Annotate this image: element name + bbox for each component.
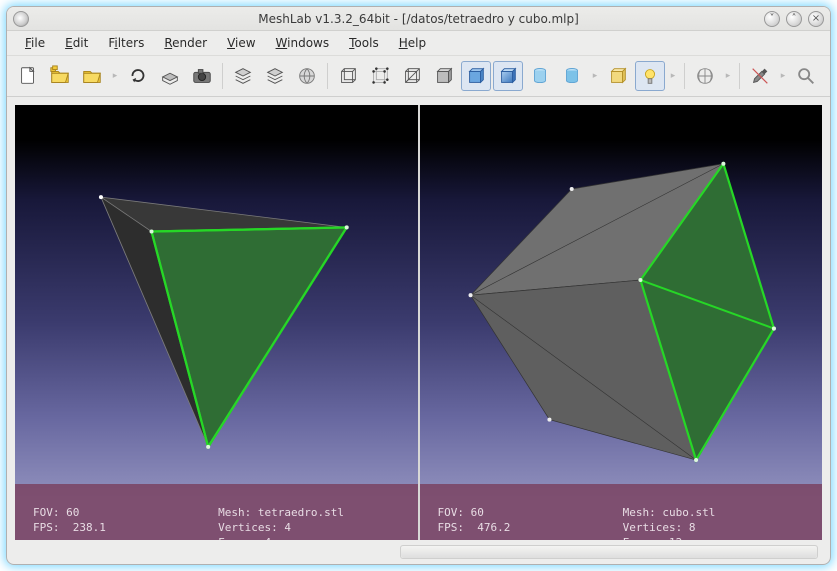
fov-label: FOV: xyxy=(438,506,465,519)
select-face-button[interactable] xyxy=(603,61,633,91)
mesh-label: Mesh: xyxy=(218,506,251,519)
toolbar-overflow-icon-4[interactable]: ▸ xyxy=(722,71,734,81)
fps-label: FPS: xyxy=(438,521,465,534)
fov-value: 60 xyxy=(471,506,484,519)
reload-button[interactable] xyxy=(123,61,153,91)
menu-filters[interactable]: Filters xyxy=(100,34,152,52)
viewport-right[interactable]: FOV: 60 FPS: 476.2 Mesh: cubo.stl Vertic… xyxy=(418,105,823,540)
faces-label: Faces: xyxy=(218,536,258,540)
toolbar: ▸ ▸ ▸ ▸ ▸ xyxy=(7,55,830,97)
cylinder-a-button[interactable] xyxy=(525,61,555,91)
menu-view[interactable]: View xyxy=(219,34,263,52)
import-mesh-button[interactable] xyxy=(77,61,107,91)
menu-tools[interactable]: Tools xyxy=(341,34,387,52)
mesh-value: tetraedro.stl xyxy=(258,506,344,519)
layers-a-button[interactable] xyxy=(228,61,258,91)
wireframe-button[interactable] xyxy=(397,61,427,91)
viewports-container: FOV: 60 FPS: 238.1 Mesh: tetraedro.stl V… xyxy=(13,103,824,542)
vertices-value: 8 xyxy=(689,521,696,534)
toolbar-overflow-icon-5[interactable]: ▸ xyxy=(777,71,789,81)
faces-label: Faces: xyxy=(623,536,663,540)
vertices-value: 4 xyxy=(284,521,291,534)
application-window: MeshLab v1.3.2_64bit - [/datos/tetraedro… xyxy=(6,6,831,565)
window-title: MeshLab v1.3.2_64bit - [/datos/tetraedro… xyxy=(7,12,830,26)
fps-value: 238.1 xyxy=(73,521,106,534)
viewport-left[interactable]: FOV: 60 FPS: 238.1 Mesh: tetraedro.stl V… xyxy=(15,105,418,540)
minimize-button[interactable]: ˅ xyxy=(764,11,780,27)
fov-label: FOV: xyxy=(33,506,60,519)
faces-value: 12 xyxy=(669,536,682,540)
globe-wire-button[interactable] xyxy=(690,61,720,91)
menu-edit[interactable]: Edit xyxy=(57,34,96,52)
vertices-label: Vertices: xyxy=(623,521,683,534)
mesh-value: cubo.stl xyxy=(662,506,715,519)
cube-mesh xyxy=(420,105,823,540)
toolbar-overflow-icon-2[interactable]: ▸ xyxy=(589,71,601,81)
points-button[interactable] xyxy=(365,61,395,91)
vertices-label: Vertices: xyxy=(218,521,278,534)
flat-shading-button[interactable] xyxy=(461,61,491,91)
globe-button[interactable] xyxy=(292,61,322,91)
tetrahedron-mesh xyxy=(15,105,418,540)
light-button[interactable] xyxy=(635,61,665,91)
close-button[interactable]: × xyxy=(808,11,824,27)
mesh-label: Mesh: xyxy=(623,506,656,519)
fps-label: FPS: xyxy=(33,521,60,534)
viewport-left-info: FOV: 60 FPS: 238.1 Mesh: tetraedro.stl V… xyxy=(15,484,418,540)
maximize-button[interactable]: ˄ xyxy=(786,11,802,27)
brush-button[interactable] xyxy=(745,61,775,91)
snapshot-button[interactable] xyxy=(187,61,217,91)
viewport-right-info: FOV: 60 FPS: 476.2 Mesh: cubo.stl Vertic… xyxy=(420,484,823,540)
toolbar-overflow-icon[interactable]: ▸ xyxy=(109,71,121,81)
export-mesh-button[interactable] xyxy=(155,61,185,91)
menu-file[interactable]: File xyxy=(17,34,53,52)
flatlines-button[interactable] xyxy=(429,61,459,91)
new-project-button[interactable] xyxy=(13,61,43,91)
faces-value: 4 xyxy=(265,536,272,540)
status-scroll-area xyxy=(13,542,824,564)
fov-value: 60 xyxy=(66,506,79,519)
app-icon xyxy=(13,11,29,27)
open-project-button[interactable] xyxy=(45,61,75,91)
menu-help[interactable]: Help xyxy=(391,34,434,52)
cylinder-b-button[interactable] xyxy=(557,61,587,91)
toolbar-overflow-icon-3[interactable]: ▸ xyxy=(667,71,679,81)
bbox-button[interactable] xyxy=(333,61,363,91)
smooth-shading-button[interactable] xyxy=(493,61,523,91)
horizontal-scrollbar[interactable] xyxy=(400,545,818,559)
layers-b-button[interactable] xyxy=(260,61,290,91)
search-button[interactable] xyxy=(791,61,821,91)
menubar: File Edit Filters Render View Windows To… xyxy=(7,31,830,55)
titlebar[interactable]: MeshLab v1.3.2_64bit - [/datos/tetraedro… xyxy=(7,7,830,31)
content-area: FOV: 60 FPS: 238.1 Mesh: tetraedro.stl V… xyxy=(7,97,830,564)
menu-windows[interactable]: Windows xyxy=(268,34,338,52)
menu-render[interactable]: Render xyxy=(156,34,215,52)
fps-value: 476.2 xyxy=(477,521,510,534)
